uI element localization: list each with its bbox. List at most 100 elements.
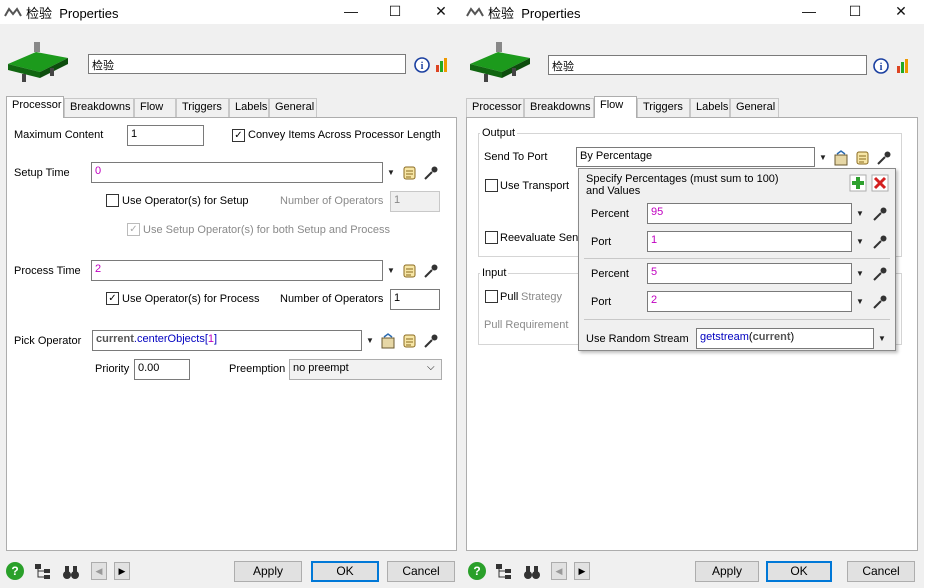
port-value: 2	[651, 294, 658, 306]
tab-flow[interactable]: Flow	[594, 96, 637, 118]
max-content-field[interactable]: 1	[127, 125, 204, 146]
template-edit-icon[interactable]	[381, 333, 397, 349]
process-time-label: Process Time	[14, 265, 81, 277]
next-button[interactable]: ▶	[114, 562, 130, 580]
priority-field[interactable]: 0.00	[134, 359, 190, 380]
percent-value: 5	[651, 266, 658, 278]
apply-button[interactable]: Apply	[695, 561, 759, 582]
preemption-select[interactable]: no preempt	[289, 359, 442, 380]
maximize-button[interactable]: ☐	[372, 0, 418, 24]
use-transport-label: Use Transport	[500, 180, 570, 192]
code-function: getstream	[700, 331, 749, 343]
pick-operator-dropdown-icon[interactable]: ▼	[365, 336, 375, 345]
close-button[interactable]: ✕	[878, 0, 924, 24]
statistics-icon[interactable]	[895, 58, 911, 74]
tab-processor[interactable]: Processor	[6, 96, 64, 118]
add-row-icon[interactable]	[849, 174, 867, 192]
use-setup-both-label: Use Setup Operator(s) for both Setup and…	[143, 224, 391, 236]
process-time-dropdown-icon[interactable]: ▼	[386, 266, 396, 275]
port-field[interactable]: 2	[647, 291, 852, 312]
eyedropper-icon[interactable]	[872, 206, 888, 222]
eyedropper-icon[interactable]	[876, 150, 892, 166]
eyedropper-icon[interactable]	[423, 263, 439, 279]
use-operator-process-label: Use Operator(s) for Process	[122, 293, 260, 305]
eyedropper-icon[interactable]	[872, 266, 888, 282]
tab-triggers[interactable]: Triggers	[637, 98, 690, 117]
script-edit-icon[interactable]	[855, 150, 871, 166]
use-transport-checkbox[interactable]	[485, 179, 498, 192]
help-icon[interactable]: ?	[468, 562, 486, 580]
info-icon[interactable]: i	[873, 58, 889, 74]
tree-view-icon[interactable]	[34, 563, 52, 581]
binoculars-icon[interactable]	[523, 563, 541, 581]
minimize-button[interactable]: —	[328, 0, 374, 24]
tab-breakdowns[interactable]: Breakdowns	[64, 98, 134, 117]
port-field[interactable]: 1	[647, 231, 852, 252]
eyedropper-icon[interactable]	[872, 234, 888, 250]
statistics-icon[interactable]	[434, 57, 450, 73]
maximize-button[interactable]: ☐	[832, 0, 878, 24]
setup-num-operators-field[interactable]: 1	[390, 191, 440, 212]
use-operator-process-checkbox[interactable]: ✓	[106, 292, 119, 305]
row-divider	[584, 319, 890, 320]
tab-breakdowns[interactable]: Breakdowns	[524, 98, 594, 117]
percent-field[interactable]: 5	[647, 263, 852, 284]
previous-button[interactable]: ◀	[551, 562, 567, 580]
info-icon[interactable]: i	[414, 57, 430, 73]
input-group-label: Input	[480, 267, 509, 279]
script-edit-icon[interactable]	[402, 333, 418, 349]
flexsim-logo-icon	[466, 7, 484, 17]
port-dropdown-icon[interactable]: ▼	[855, 237, 865, 246]
random-stream-field[interactable]: getstream(current)	[696, 328, 874, 349]
cancel-button[interactable]: Cancel	[847, 561, 915, 582]
tree-view-icon[interactable]	[495, 563, 513, 581]
eyedropper-icon[interactable]	[423, 333, 439, 349]
setup-time-field[interactable]: 0	[91, 162, 383, 183]
script-edit-icon[interactable]	[402, 263, 418, 279]
port-dropdown-icon[interactable]: ▼	[855, 297, 865, 306]
tab-general[interactable]: General	[730, 98, 779, 117]
percent-dropdown-icon[interactable]: ▼	[855, 269, 865, 278]
eyedropper-icon[interactable]	[423, 165, 439, 181]
remove-row-icon[interactable]	[871, 174, 889, 192]
apply-button[interactable]: Apply	[234, 561, 302, 582]
process-num-operators-field[interactable]: 1	[390, 289, 440, 310]
template-edit-icon[interactable]	[834, 150, 850, 166]
cancel-button[interactable]: Cancel	[387, 561, 455, 582]
convey-label: Convey Items Across Processor Length	[248, 129, 441, 141]
previous-button[interactable]: ◀	[91, 562, 107, 580]
percent-dropdown-icon[interactable]: ▼	[855, 209, 865, 218]
setup-num-operators-label: Number of Operators	[280, 195, 384, 207]
use-operator-setup-checkbox[interactable]	[106, 194, 119, 207]
help-icon[interactable]: ?	[6, 562, 24, 580]
random-stream-dropdown-icon[interactable]: ▼	[877, 334, 887, 343]
send-to-port-label: Send To Port	[484, 151, 548, 163]
send-to-port-dropdown-icon[interactable]: ▼	[818, 153, 828, 162]
tab-labels[interactable]: Labels	[229, 98, 269, 117]
tab-labels[interactable]: Labels	[690, 98, 730, 117]
minimize-button[interactable]: —	[786, 0, 832, 24]
next-button[interactable]: ▶	[574, 562, 590, 580]
pull-checkbox[interactable]	[485, 290, 498, 303]
process-time-field[interactable]: 2	[91, 260, 383, 281]
send-to-port-field[interactable]: By Percentage	[576, 147, 815, 167]
percent-field[interactable]: 95	[647, 203, 852, 224]
script-edit-icon[interactable]	[402, 165, 418, 181]
tab-triggers[interactable]: Triggers	[176, 98, 229, 117]
object-name-field[interactable]: 检验	[88, 54, 406, 74]
binoculars-icon[interactable]	[62, 563, 80, 581]
reevaluate-checkbox[interactable]	[485, 231, 498, 244]
use-setup-both-checkbox[interactable]: ✓	[127, 223, 140, 236]
ok-button[interactable]: OK	[311, 561, 379, 582]
object-name-field[interactable]: 检验	[548, 55, 867, 75]
eyedropper-icon[interactable]	[872, 294, 888, 310]
pick-operator-field[interactable]: current.centerObjects[1]	[92, 330, 362, 351]
tab-general[interactable]: General	[269, 98, 317, 117]
processor-object-icon	[8, 42, 68, 82]
ok-button[interactable]: OK	[766, 561, 832, 582]
setup-time-dropdown-icon[interactable]: ▼	[386, 168, 396, 177]
close-button[interactable]: ✕	[418, 0, 464, 24]
tab-processor[interactable]: Processor	[466, 98, 524, 117]
convey-checkbox[interactable]: ✓	[232, 129, 245, 142]
tab-flow[interactable]: Flow	[134, 98, 176, 117]
